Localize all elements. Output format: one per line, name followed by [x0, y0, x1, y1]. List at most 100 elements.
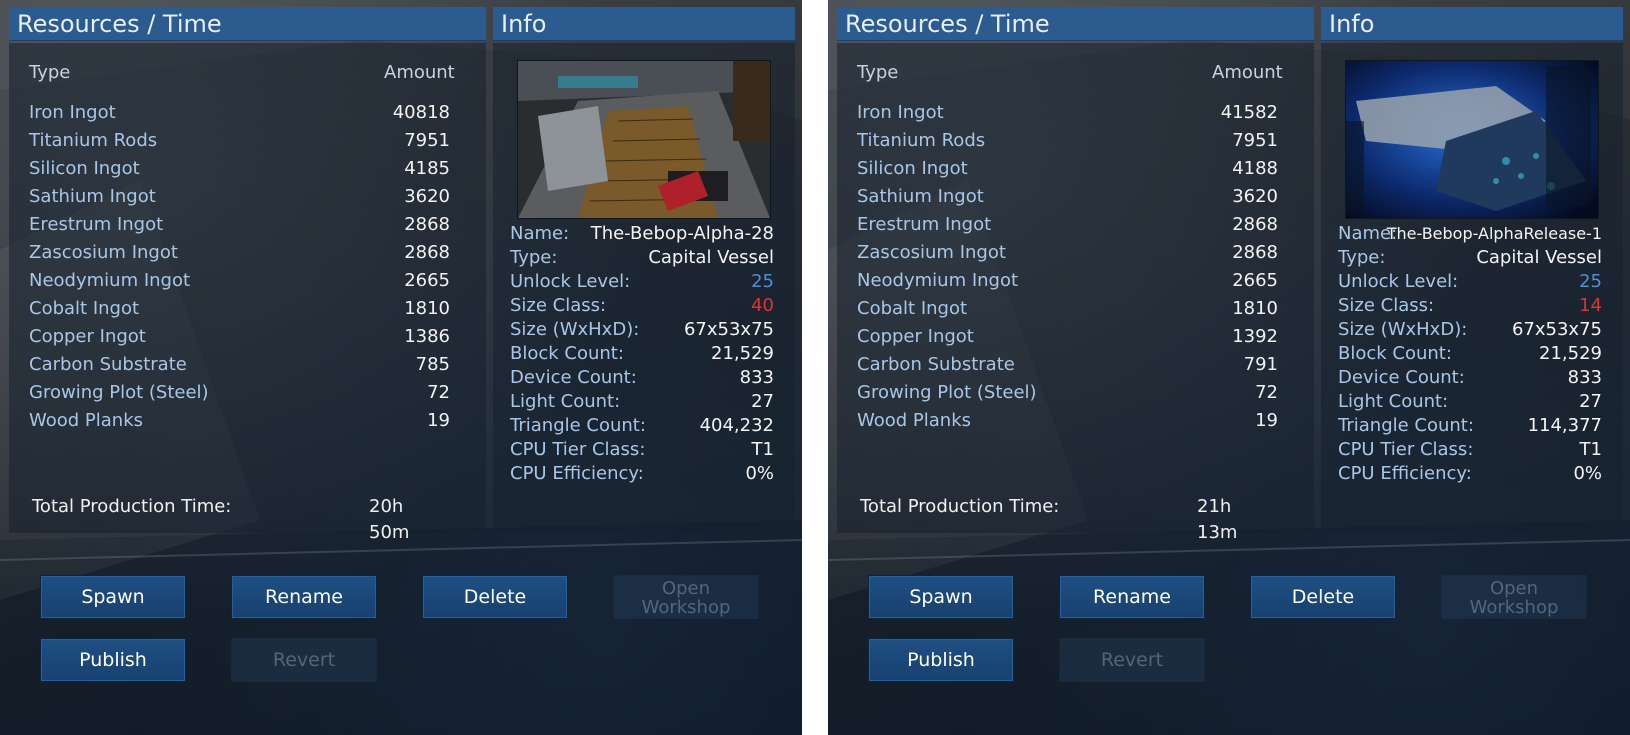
- spawn-button[interactable]: Spawn: [40, 575, 186, 619]
- resource-amount: 3620: [404, 186, 450, 207]
- delete-button[interactable]: Delete: [422, 575, 568, 619]
- info-label: Type:: [510, 247, 558, 268]
- info-value: Capital Vessel: [648, 247, 774, 268]
- blueprint-preview-image: [1345, 60, 1599, 219]
- info-row-unlock-level: Unlock Level: 25: [510, 270, 774, 294]
- resource-row: Cobalt Ingot 1810: [29, 296, 450, 322]
- info-label: CPU Tier Class:: [510, 439, 646, 460]
- resources-time-header: Resources / Time: [837, 7, 1314, 41]
- resource-name: Titanium Rods: [857, 130, 986, 151]
- info-row-cpu-tier: CPU Tier Class: T1: [510, 438, 774, 462]
- resource-name: Cobalt Ingot: [857, 298, 968, 319]
- spawn-button[interactable]: Spawn: [868, 575, 1014, 619]
- info-value: 27: [751, 391, 774, 412]
- resource-name: Neodymium Ingot: [857, 270, 1019, 291]
- open-workshop-label-line1: Open: [661, 578, 711, 599]
- info-row-block-count: Block Count: 21,529: [510, 342, 774, 366]
- blueprint-panel-right: Resources / Time Info Type Amount Iron I…: [828, 0, 1630, 735]
- info-label: Size Class:: [1338, 295, 1435, 316]
- resource-row: Iron Ingot 40818: [29, 100, 450, 126]
- resource-row: Neodymium Ingot 2665: [857, 268, 1278, 294]
- info-row-triangle-count: Triangle Count: 114,377: [1338, 414, 1602, 438]
- resource-amount: 1810: [404, 298, 450, 319]
- resource-amount: 4185: [404, 158, 450, 179]
- info-row-device-count: Device Count: 833: [1338, 366, 1602, 390]
- resource-row: Sathium Ingot 3620: [857, 184, 1278, 210]
- resource-row: Neodymium Ingot 2665: [29, 268, 450, 294]
- info-label: Unlock Level:: [1338, 271, 1459, 292]
- resource-row: Silicon Ingot 4188: [857, 156, 1278, 182]
- info-label: CPU Efficiency:: [1338, 463, 1472, 484]
- info-row-size: Size (WxHxD): 67x53x75: [1338, 318, 1602, 342]
- resource-name: Copper Ingot: [857, 326, 974, 347]
- info-value: 67x53x75: [683, 319, 774, 340]
- info-value: 67x53x75: [1511, 319, 1602, 340]
- resource-amount: 72: [1255, 382, 1278, 403]
- info-label: Block Count:: [1338, 343, 1452, 364]
- total-production-value: 20h 50m: [369, 496, 410, 543]
- resource-row: Sathium Ingot 3620: [29, 184, 450, 210]
- rename-button[interactable]: Rename: [231, 575, 377, 619]
- info-header: Info: [493, 7, 795, 41]
- resource-amount: 785: [415, 354, 450, 375]
- resource-name: Iron Ingot: [29, 102, 116, 123]
- info-value: 833: [739, 367, 774, 388]
- resource-row: Growing Plot (Steel) 72: [857, 380, 1278, 406]
- resource-row: Zascosium Ingot 2868: [29, 240, 450, 266]
- info-row-cpu-efficiency: CPU Efficiency: 0%: [510, 462, 774, 486]
- resource-amount: 1810: [1232, 298, 1278, 319]
- resource-amount: 2868: [1232, 242, 1278, 263]
- resource-amount: 19: [427, 410, 450, 431]
- info-row-size: Size (WxHxD): 67x53x75: [510, 318, 774, 342]
- open-workshop-button: Open Workshop: [613, 575, 759, 619]
- open-workshop-label-line2: Workshop: [641, 597, 731, 618]
- resource-amount: 40818: [392, 102, 450, 123]
- resource-amount: 1392: [1232, 326, 1278, 347]
- resource-name: Sathium Ingot: [29, 186, 156, 207]
- resource-name: Copper Ingot: [29, 326, 146, 347]
- publish-button[interactable]: Publish: [868, 638, 1014, 682]
- resource-name: Growing Plot (Steel): [857, 382, 1037, 403]
- info-label: CPU Efficiency:: [510, 463, 644, 484]
- info-label: Size Class:: [510, 295, 607, 316]
- info-value: 14: [1579, 295, 1602, 316]
- info-value: 833: [1567, 367, 1602, 388]
- resource-row: Carbon Substrate 791: [857, 352, 1278, 378]
- info-row-type: Type: Capital Vessel: [1338, 246, 1602, 270]
- info-label: Device Count:: [1338, 367, 1465, 388]
- info-label: Device Count:: [510, 367, 637, 388]
- blueprint-panel-left: Resources / Time Info Type Amount Iron I…: [0, 0, 802, 735]
- rename-button[interactable]: Rename: [1059, 575, 1205, 619]
- info-row-light-count: Light Count: 27: [1338, 390, 1602, 414]
- info-value: 40: [751, 295, 774, 316]
- resource-name: Zascosium Ingot: [857, 242, 1006, 263]
- info-label: Name:: [510, 223, 570, 244]
- resource-name: Erestrum Ingot: [857, 214, 992, 235]
- open-workshop-label-line2: Workshop: [1469, 597, 1559, 618]
- info-row-type: Type: Capital Vessel: [510, 246, 774, 270]
- info-label: Triangle Count:: [510, 415, 646, 436]
- info-label: Block Count:: [510, 343, 624, 364]
- info-label: Type:: [1338, 247, 1386, 268]
- resource-row: Copper Ingot 1392: [857, 324, 1278, 350]
- resource-row: Growing Plot (Steel) 72: [29, 380, 450, 406]
- type-column-header: Type: [29, 62, 71, 83]
- resource-amount: 2868: [404, 214, 450, 235]
- resource-name: Neodymium Ingot: [29, 270, 191, 291]
- resource-row: Silicon Ingot 4185: [29, 156, 450, 182]
- info-value: 404,232: [699, 415, 774, 436]
- resource-row: Iron Ingot 41582: [857, 100, 1278, 126]
- info-header: Info: [1321, 7, 1623, 41]
- delete-button[interactable]: Delete: [1250, 575, 1396, 619]
- resource-name: Titanium Rods: [29, 130, 158, 151]
- info-row-cpu-tier: CPU Tier Class: T1: [1338, 438, 1602, 462]
- publish-button[interactable]: Publish: [40, 638, 186, 682]
- info-row-size-class: Size Class: 14: [1338, 294, 1602, 318]
- open-workshop-label-line1: Open: [1489, 578, 1539, 599]
- resource-row: Titanium Rods 7951: [857, 128, 1278, 154]
- total-production-time: Total Production Time: 21h 13m: [860, 494, 1272, 543]
- resources-time-header: Resources / Time: [9, 7, 486, 41]
- info-row-size-class: Size Class: 40: [510, 294, 774, 318]
- info-value: 0%: [745, 463, 774, 484]
- resource-name: Silicon Ingot: [857, 158, 968, 179]
